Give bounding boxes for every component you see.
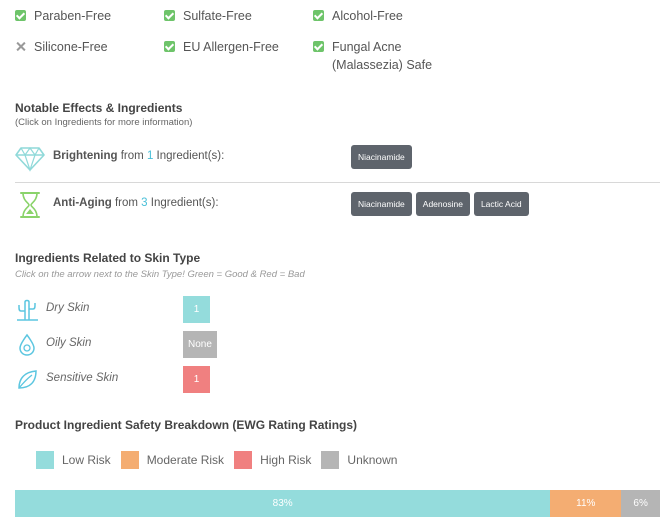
effect-row-anti-aging: Anti-Aging from 3 Ingredient(s): Niacina… [15, 188, 660, 222]
skin-count-box[interactable]: 1 [183, 296, 210, 323]
safety-breakdown-bar: 83% 11% 6% [15, 490, 660, 517]
free-from-label: Paraben-Free [34, 9, 112, 23]
legend-label: Moderate Risk [146, 453, 225, 467]
hourglass-icon [20, 192, 40, 218]
free-from-item-eu-allergen: EU Allergen-Free [164, 38, 279, 56]
skin-type-label: Oily Skin [46, 337, 92, 349]
count-suffix: Ingredient(s): [156, 150, 225, 162]
legend-swatch [321, 451, 340, 469]
effect-text: Brightening from 1 Ingredient(s): [53, 150, 224, 162]
free-from-item-silicone: Silicone-Free [15, 38, 108, 56]
free-from-label: EU Allergen-Free [183, 40, 279, 54]
count-suffix: Ingredient(s): [150, 197, 219, 209]
from-word: from [114, 197, 138, 209]
ingredient-tag-niacinamide[interactable]: Niacinamide [351, 192, 412, 216]
bar-segment-low-risk: 83% [15, 490, 551, 517]
cross-icon [15, 41, 26, 52]
free-from-label: Alcohol-Free [332, 9, 403, 23]
free-from-item-sulfate: Sulfate-Free [164, 7, 252, 25]
cactus-icon [17, 299, 38, 321]
effect-name: Anti-Aging [53, 197, 112, 209]
free-from-item-paraben: Paraben-Free [15, 7, 111, 25]
from-word: from [120, 150, 144, 162]
free-from-label: Silicone-Free [34, 40, 108, 54]
skin-subtitle: Click on the arrow next to the Skin Type… [15, 269, 305, 280]
leaf-icon [18, 370, 37, 389]
free-from-item-fungal-acne: Fungal Acne (Malassezia) Safe [313, 38, 432, 74]
droplet-icon [19, 333, 35, 356]
ingredient-tags: Niacinamide Adenosine Lactic Acid [351, 192, 529, 216]
legend-swatch [234, 451, 253, 469]
bar-segment-moderate-risk: 11% [550, 490, 622, 517]
check-icon [313, 41, 324, 52]
legend-label: High Risk [260, 453, 312, 467]
skin-title: Ingredients Related to Skin Type [15, 251, 201, 265]
skin-type-label: Sensitive Skin [46, 372, 119, 384]
check-icon [15, 10, 26, 21]
skin-type-label: Dry Skin [46, 302, 90, 314]
skin-row-dry: Dry Skin 1 [15, 296, 315, 324]
ingredient-tag-niacinamide[interactable]: Niacinamide [351, 145, 412, 169]
bar-segment-unknown: 6% [621, 490, 660, 517]
legend-item-unknown: Unknown [321, 451, 397, 469]
skin-count-box[interactable]: 1 [183, 366, 210, 393]
effect-row-brightening: Brightening from 1 Ingredient(s): Niacin… [15, 141, 660, 175]
ingredient-tag-adenosine[interactable]: Adenosine [415, 192, 470, 216]
skin-row-sensitive: Sensitive Skin 1 [15, 366, 315, 394]
divider [15, 182, 660, 183]
ingredient-tags: Niacinamide [351, 145, 412, 169]
free-from-label: Sulfate-Free [183, 9, 252, 23]
legend-label: Unknown [347, 453, 398, 467]
legend-swatch [36, 451, 54, 469]
free-from-item-alcohol: Alcohol-Free [313, 7, 403, 25]
legend-item-moderate-risk: Moderate Risk [120, 451, 225, 469]
legend-item-high-risk: High Risk [234, 451, 311, 469]
check-icon [164, 10, 175, 21]
effect-count: 3 [141, 197, 148, 209]
safety-legend: Low Risk Moderate Risk High Risk Unknown [36, 451, 407, 469]
effects-title: Notable Effects & Ingredients [15, 101, 183, 115]
effect-count: 1 [146, 150, 154, 162]
legend-label: Low Risk [62, 453, 111, 467]
diamond-icon [15, 146, 45, 172]
ingredient-tag-lactic-acid[interactable]: Lactic Acid [473, 192, 529, 216]
effect-text: Anti-Aging from 3 Ingredient(s): [53, 197, 219, 209]
skin-row-oily: Oily Skin None [15, 331, 315, 359]
legend-swatch [120, 451, 139, 469]
effect-name: Brightening [53, 150, 118, 162]
safety-title: Product Ingredient Safety Breakdown (EWG… [15, 418, 358, 432]
skin-count-box[interactable]: None [183, 331, 217, 358]
check-icon [164, 41, 175, 52]
free-from-label: Fungal Acne (Malassezia) Safe [332, 40, 433, 72]
legend-item-low-risk: Low Risk [36, 451, 111, 469]
effects-subtitle: (Click on Ingredients for more informati… [15, 117, 193, 128]
check-icon [313, 10, 324, 21]
